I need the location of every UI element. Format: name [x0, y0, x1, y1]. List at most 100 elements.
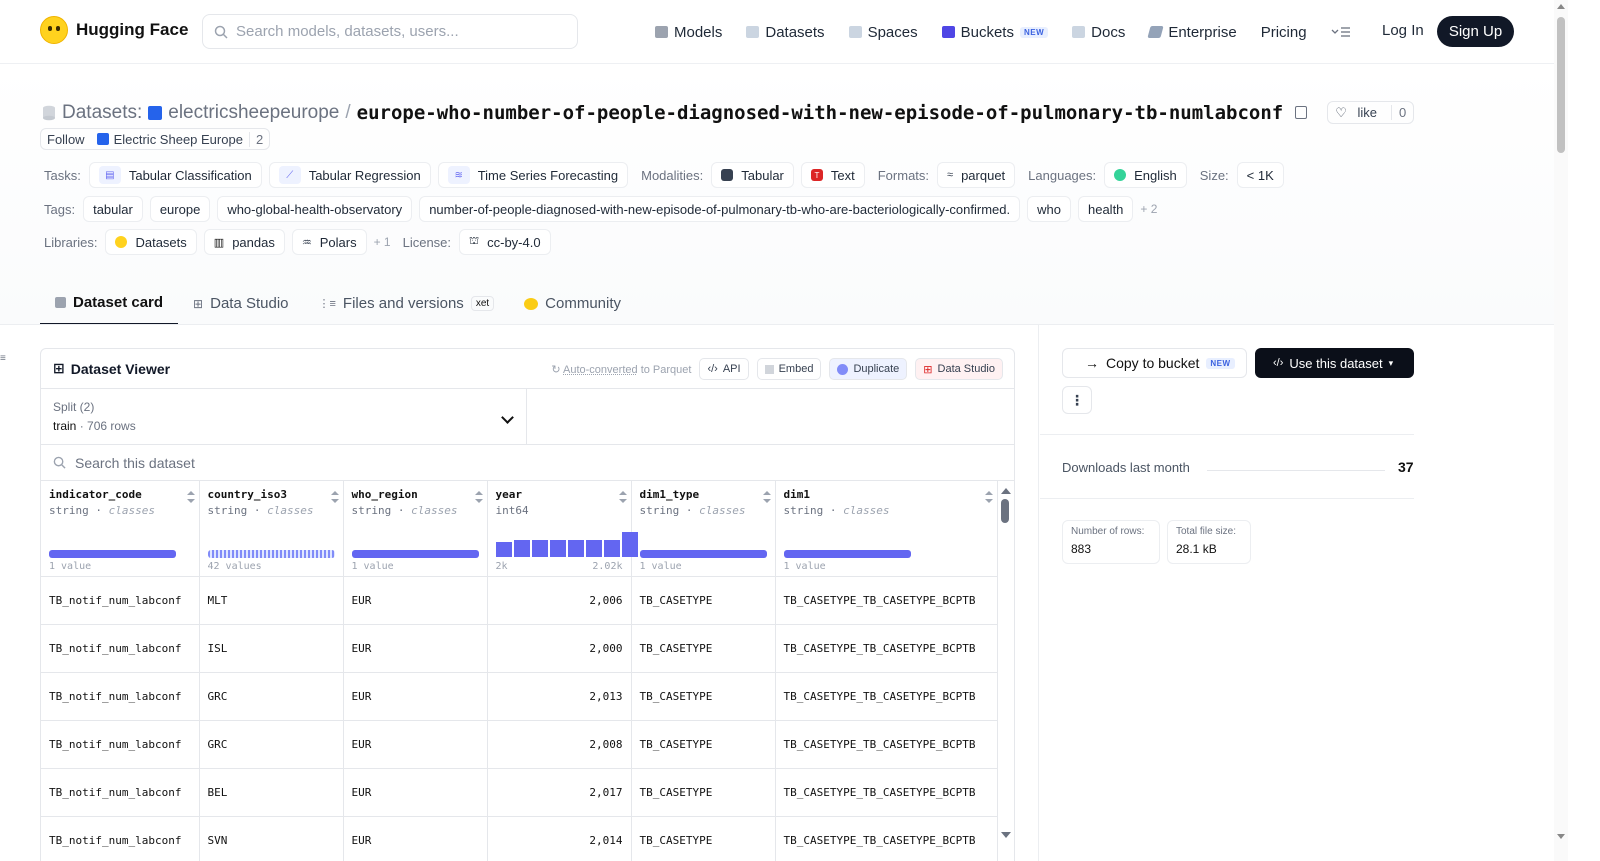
- table-cell[interactable]: TB_CASETYPE_TB_CASETYPE_BCPTB: [775, 720, 998, 769]
- column-header[interactable]: who_region string · classes 1 value: [343, 481, 488, 577]
- table-cell[interactable]: TB_CASETYPE: [631, 768, 776, 817]
- tag-chip[interactable]: who: [1027, 196, 1071, 222]
- nav-docs[interactable]: Docs: [1072, 24, 1125, 41]
- table-cell[interactable]: 2,008: [487, 720, 632, 769]
- table-cell[interactable]: TB_CASETYPE: [631, 576, 776, 625]
- library-polars[interactable]: ♒ Polars: [291, 229, 367, 255]
- histogram-bar[interactable]: [531, 540, 548, 557]
- nav-datasets[interactable]: Datasets: [746, 24, 825, 41]
- sidebar-toggle-icon[interactable]: ≡: [0, 353, 9, 364]
- library-datasets[interactable]: Datasets: [105, 229, 197, 255]
- table-row[interactable]: TB_notif_num_labconf ISL EUR 2,000 TB_CASETY…: [41, 624, 998, 673]
- license-chip[interactable]: ⛫ cc-by-4.0: [459, 229, 551, 255]
- tab-files[interactable]: ⋮≡ Files and versions xet: [304, 282, 510, 325]
- table-cell[interactable]: EUR: [343, 576, 488, 625]
- follow-button[interactable]: Follow Electric Sheep Europe 2: [40, 128, 271, 150]
- modality-text[interactable]: T Text: [800, 162, 865, 188]
- histogram-bar[interactable]: [495, 542, 512, 557]
- table-cell[interactable]: 2,013: [487, 672, 632, 721]
- copy-to-bucket-button[interactable]: → Copy to bucket NEW: [1062, 348, 1247, 378]
- table-cell[interactable]: TB_notif_num_labconf: [41, 672, 200, 721]
- table-row[interactable]: TB_notif_num_labconf BEL EUR 2,017 TB_CASETY…: [41, 768, 998, 817]
- task-time-series[interactable]: ≋ Time Series Forecasting: [437, 162, 629, 188]
- tab-community[interactable]: Community: [509, 282, 636, 325]
- page-scroll-up-icon[interactable]: [1557, 4, 1565, 9]
- table-row[interactable]: TB_notif_num_labconf SVN EUR 2,014 TB_CASETY…: [41, 816, 998, 861]
- table-row[interactable]: TB_notif_num_labconf GRC EUR 2,008 TB_CASETY…: [41, 720, 998, 769]
- scroll-down-icon[interactable]: [1001, 832, 1011, 838]
- table-cell[interactable]: TB_CASETYPE: [631, 624, 776, 673]
- table-cell[interactable]: TB_CASETYPE_TB_CASETYPE_BCPTB: [775, 768, 998, 817]
- format-parquet[interactable]: ≈ parquet: [937, 162, 1016, 188]
- tag-chip[interactable]: health: [1077, 196, 1134, 222]
- libraries-more[interactable]: + 1: [374, 235, 391, 249]
- split-selector[interactable]: Split (2) train · 706 rows: [41, 389, 527, 444]
- language-english[interactable]: English: [1104, 162, 1187, 188]
- tags-more[interactable]: + 2: [1140, 202, 1157, 216]
- table-cell[interactable]: BEL: [199, 768, 344, 817]
- column-header[interactable]: dim1 string · classes 1 value: [775, 481, 998, 577]
- breadcrumb-datasets[interactable]: Datasets:: [62, 102, 142, 124]
- table-cell[interactable]: TB_CASETYPE_TB_CASETYPE_BCPTB: [775, 816, 998, 861]
- table-cell[interactable]: EUR: [343, 672, 488, 721]
- table-cell[interactable]: TB_notif_num_labconf: [41, 720, 200, 769]
- table-scrollbar[interactable]: [996, 482, 1014, 844]
- nav-enterprise[interactable]: Enterprise: [1147, 24, 1237, 41]
- table-cell[interactable]: EUR: [343, 720, 488, 769]
- tag-chip[interactable]: tabular: [83, 196, 143, 222]
- table-row[interactable]: TB_notif_num_labconf MLT EUR 2,006 TB_CASETY…: [41, 576, 998, 625]
- sort-icon[interactable]: [474, 491, 483, 503]
- like-button[interactable]: ♡ like 0: [1327, 101, 1415, 124]
- table-cell[interactable]: TB_notif_num_labconf: [41, 624, 200, 673]
- repo-name[interactable]: europe-who-number-of-people-diagnosed-wi…: [357, 102, 1284, 124]
- table-cell[interactable]: TB_CASETYPE_TB_CASETYPE_BCPTB: [775, 672, 998, 721]
- page-scrollbar[interactable]: [1554, 0, 1568, 861]
- table-cell[interactable]: 2,006: [487, 576, 632, 625]
- table-cell[interactable]: EUR: [343, 816, 488, 861]
- column-distribution-bar[interactable]: [49, 550, 176, 558]
- more-options-button[interactable]: ⋮: [1062, 386, 1092, 414]
- copy-icon[interactable]: [1295, 106, 1308, 119]
- duplicate-button[interactable]: Duplicate: [829, 358, 908, 380]
- scroll-up-icon[interactable]: [1001, 488, 1011, 494]
- scroll-thumb[interactable]: [1001, 499, 1009, 523]
- sort-icon[interactable]: [762, 491, 771, 503]
- use-dataset-button[interactable]: ‹/› Use this dataset ▾: [1255, 348, 1414, 378]
- table-cell[interactable]: TB_notif_num_labconf: [41, 576, 200, 625]
- histogram-bar[interactable]: [603, 540, 620, 557]
- table-cell[interactable]: 2,014: [487, 816, 632, 861]
- global-search-input[interactable]: [236, 23, 556, 40]
- breadcrumb-owner[interactable]: electricsheepeurope: [168, 102, 339, 124]
- tab-dataset-card[interactable]: Dataset card: [40, 282, 179, 325]
- size-chip[interactable]: < 1K: [1236, 162, 1284, 188]
- nav-pricing[interactable]: Pricing: [1261, 24, 1307, 41]
- dataset-search[interactable]: [41, 445, 1014, 481]
- api-button[interactable]: ‹/› API: [699, 358, 749, 380]
- column-header[interactable]: dim1_type string · classes 1 value: [631, 481, 776, 577]
- tab-data-studio[interactable]: ⊞ Data Studio: [178, 282, 303, 325]
- histogram-bar[interactable]: [567, 540, 584, 557]
- column-distribution-bar[interactable]: [207, 550, 335, 558]
- column-distribution-bar[interactable]: [639, 550, 767, 558]
- nav-more-menu[interactable]: [1331, 26, 1351, 38]
- table-cell[interactable]: GRC: [199, 720, 344, 769]
- brand-logo[interactable]: Hugging Face: [40, 16, 188, 44]
- dataset-search-input[interactable]: [75, 454, 475, 471]
- data-studio-button[interactable]: ⊞ Data Studio: [915, 358, 1003, 380]
- nav-spaces[interactable]: Spaces: [848, 24, 918, 41]
- table-cell[interactable]: TB_notif_num_labconf: [41, 816, 200, 861]
- nav-models[interactable]: Models: [655, 24, 722, 41]
- login-link[interactable]: Log In: [1382, 22, 1424, 39]
- table-row[interactable]: TB_notif_num_labconf GRC EUR 2,013 TB_CASETY…: [41, 672, 998, 721]
- tag-chip[interactable]: who-global-health-observatory: [217, 196, 413, 222]
- sort-icon[interactable]: [984, 491, 993, 503]
- nav-buckets[interactable]: Buckets NEW: [941, 24, 1049, 41]
- table-cell[interactable]: TB_CASETYPE_TB_CASETYPE_BCPTB: [775, 576, 998, 625]
- table-cell[interactable]: TB_CASETYPE: [631, 720, 776, 769]
- histogram-bar[interactable]: [513, 540, 530, 557]
- library-pandas[interactable]: ▥ pandas: [203, 229, 285, 255]
- sort-icon[interactable]: [618, 491, 627, 503]
- column-header[interactable]: indicator_code string · classes 1 value: [41, 481, 200, 577]
- sort-icon[interactable]: [330, 491, 339, 503]
- table-cell[interactable]: 2,017: [487, 768, 632, 817]
